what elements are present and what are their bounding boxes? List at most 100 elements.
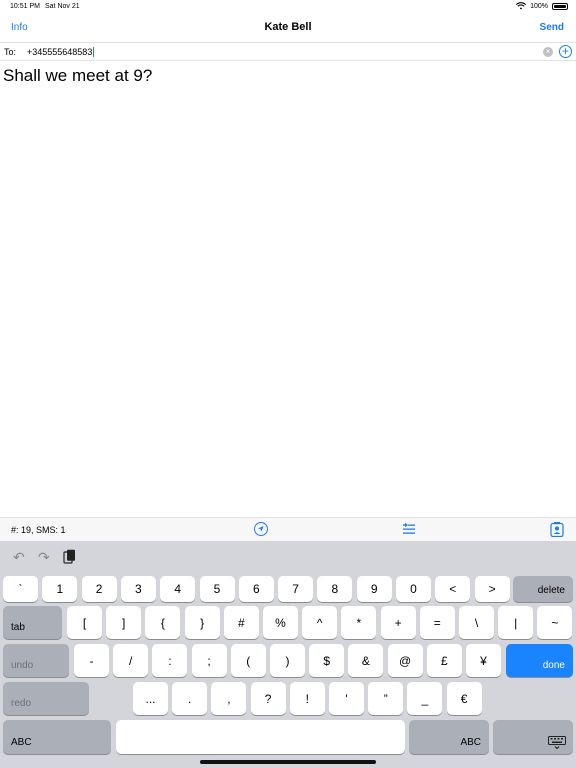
status-time: 10:51 PM: [10, 3, 40, 10]
done-key-label: done: [542, 660, 565, 671]
key-row2-6[interactable]: ^: [302, 606, 338, 639]
key-label: 2: [95, 582, 103, 596]
key-row1-12[interactable]: >: [474, 576, 510, 602]
key-label: @: [399, 653, 412, 668]
key-row3-2[interactable]: :: [152, 644, 188, 677]
key-label: &: [361, 653, 370, 668]
key-row3-4[interactable]: (: [230, 644, 266, 677]
key-row4-0[interactable]: ...: [133, 682, 168, 715]
key-row3-9[interactable]: £: [426, 644, 462, 677]
key-label: 5: [213, 582, 221, 596]
redo-arrow-icon[interactable]: ↷: [38, 549, 50, 566]
key-row1-9[interactable]: 9: [356, 576, 392, 602]
key-label: *: [356, 615, 362, 630]
key-label: _: [421, 691, 429, 706]
key-row2-3[interactable]: }: [184, 606, 220, 639]
key-row3-0[interactable]: -: [74, 644, 109, 677]
location-icon[interactable]: [254, 522, 268, 536]
key-label: !: [305, 691, 309, 706]
redo-key[interactable]: redo: [3, 682, 89, 715]
key-row1-5[interactable]: 5: [199, 576, 235, 602]
text-caret: [93, 47, 95, 57]
key-row4-4[interactable]: !: [289, 682, 325, 715]
key-row1-7[interactable]: 7: [278, 576, 314, 602]
delete-key[interactable]: delete: [513, 576, 573, 602]
key-row1-4[interactable]: 4: [160, 576, 196, 602]
key-label: #: [237, 615, 245, 630]
key-row2-9[interactable]: =: [419, 606, 455, 639]
undo-key[interactable]: undo: [3, 644, 69, 677]
key-row3-8[interactable]: @: [387, 644, 423, 677]
clear-icon[interactable]: ×: [543, 47, 553, 57]
key-row1-11[interactable]: <: [435, 576, 471, 602]
list-format-icon[interactable]: [402, 523, 416, 535]
key-label: ”: [383, 691, 388, 706]
key-row1-0[interactable]: `: [3, 576, 38, 602]
key-label: [: [82, 615, 87, 630]
key-row4-5[interactable]: ': [329, 682, 364, 715]
key-row2-7[interactable]: *: [341, 606, 377, 639]
message-info-bar: #: 19, SMS: 1: [0, 517, 576, 541]
key-label: €: [460, 691, 468, 706]
key-row2-8[interactable]: +: [380, 606, 416, 639]
delete-key-label: delete: [537, 585, 565, 596]
key-row2-2[interactable]: {: [145, 606, 181, 639]
key-row3-3[interactable]: ;: [191, 644, 227, 677]
key-row3-7[interactable]: &: [348, 644, 384, 677]
key-row2-12[interactable]: ~: [537, 606, 573, 639]
done-key[interactable]: done: [506, 644, 573, 677]
key-row4-7[interactable]: _: [407, 682, 443, 715]
key-label: %: [275, 615, 286, 630]
key-label: ]: [122, 615, 126, 630]
keyboard-toolbar: ↶ ↷: [0, 541, 576, 573]
paste-icon[interactable]: [63, 549, 76, 564]
add-contact-icon[interactable]: +: [559, 45, 572, 58]
tab-key[interactable]: tab: [3, 606, 62, 639]
key-row3-5[interactable]: ): [270, 644, 305, 677]
key-label: 0: [410, 582, 417, 596]
space-key[interactable]: [116, 720, 405, 754]
key-row4-6[interactable]: ”: [368, 682, 404, 715]
key-row4-3[interactable]: ?: [250, 682, 286, 715]
contacts-icon[interactable]: [550, 522, 564, 537]
key-row1-3[interactable]: 3: [120, 576, 156, 602]
key-row3-1[interactable]: /: [113, 644, 149, 677]
abc-key-right[interactable]: ABC: [409, 720, 489, 754]
key-row2-0[interactable]: [: [67, 606, 102, 639]
key-label: £: [440, 653, 448, 668]
message-text[interactable]: Shall we meet at 9?: [3, 66, 152, 86]
key-row4-1[interactable]: .: [172, 682, 208, 715]
key-row2-4[interactable]: #: [223, 606, 259, 639]
recipient-field[interactable]: To: +345555648583 × +: [0, 42, 576, 61]
key-label: <: [449, 582, 457, 596]
key-label: ...: [145, 691, 156, 706]
key-row1-10[interactable]: 0: [396, 576, 431, 602]
conversation-title: Kate Bell: [264, 21, 312, 33]
key-label: ): [285, 653, 290, 668]
key-label: >: [488, 582, 496, 596]
key-label: `: [18, 582, 23, 596]
home-indicator: [200, 760, 376, 764]
key-label: 3: [135, 582, 142, 596]
key-row3-10[interactable]: ¥: [466, 644, 501, 677]
key-row2-5[interactable]: %: [263, 606, 298, 639]
abc-key-left[interactable]: ABC: [3, 720, 111, 754]
abc-key-left-label: ABC: [11, 737, 32, 748]
recipient-input[interactable]: +345555648583: [27, 47, 95, 57]
undo-arrow-icon[interactable]: ↶: [13, 549, 25, 566]
key-row4-2[interactable]: ,: [211, 682, 247, 715]
key-row2-11[interactable]: |: [498, 606, 534, 639]
key-row3-6[interactable]: $: [309, 644, 345, 677]
send-button[interactable]: Send: [540, 22, 564, 33]
key-row1-8[interactable]: 8: [317, 576, 353, 602]
key-row1-6[interactable]: 6: [238, 576, 274, 602]
key-row2-10[interactable]: \: [459, 606, 494, 639]
abc-key-right-label: ABC: [460, 737, 481, 748]
keyboard-dismiss-key[interactable]: [493, 720, 573, 754]
key-row1-1[interactable]: 1: [42, 576, 78, 602]
key-row1-2[interactable]: 2: [81, 576, 117, 602]
key-row4-8[interactable]: €: [446, 682, 482, 715]
key-label: {: [160, 615, 165, 630]
key-label: .: [188, 691, 192, 706]
key-row2-1[interactable]: ]: [106, 606, 142, 639]
